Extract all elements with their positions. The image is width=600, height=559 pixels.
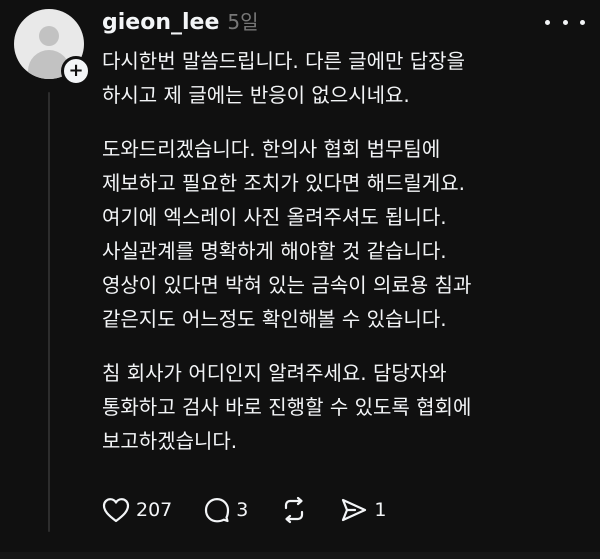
post-line: 보고하겠습니다. — [102, 429, 238, 453]
reply-button[interactable]: 3 — [204, 497, 248, 523]
post-paragraph: 다시한번 말씀드립니다. 다른 글에만 답장을 하시고 제 글에는 반응이 없으… — [102, 44, 572, 112]
next-post-edge — [0, 552, 600, 559]
repost-button[interactable] — [280, 496, 308, 524]
post-line: 통화하고 검사 바로 진행할 수 있도록 협회에 — [102, 395, 472, 419]
more-dot — [545, 19, 550, 25]
thread-line — [48, 92, 50, 532]
post-body: 다시한번 말씀드립니다. 다른 글에만 답장을 하시고 제 글에는 반응이 없으… — [102, 44, 572, 478]
post-line: 여기에 엑스레이 사진 올려주셔도 됩니다. — [102, 205, 447, 229]
post-line: 침 회사가 어디인지 알려주세요. 담당자와 — [102, 361, 447, 385]
post-line: 제보하고 필요한 조치가 있다면 해드릴게요. — [102, 171, 465, 195]
like-count: 207 — [136, 499, 173, 521]
post-line: 다시한번 말씀드립니다. 다른 글에만 답장을 — [102, 49, 465, 73]
comment-icon — [205, 498, 230, 523]
share-button[interactable]: 1 — [340, 497, 386, 523]
timestamp[interactable]: 5일 — [227, 6, 258, 35]
avatar-head — [39, 26, 59, 46]
follow-plus-icon[interactable]: + — [61, 56, 91, 86]
post-header: gieon_lee 5일 — [102, 6, 259, 36]
more-dot — [580, 19, 585, 25]
username[interactable]: gieon_lee — [102, 10, 219, 35]
post-line: 같은지도 어느정도 확인해볼 수 있습니다. — [102, 307, 447, 331]
post-paragraph: 도와드리겠습니다. 한의사 협회 법무팀에 제보하고 필요한 조치가 있다면 해… — [102, 132, 572, 336]
post-line: 영상이 있다면 박혀 있는 금속이 의료용 침과 — [102, 273, 472, 297]
post-paragraph: 침 회사가 어디인지 알려주세요. 담당자와 통화하고 검사 바로 진행할 수 … — [102, 356, 572, 458]
heart-icon — [102, 498, 130, 523]
post-line: 도와드리겠습니다. 한의사 협회 법무팀에 — [102, 137, 441, 161]
more-options-icon[interactable] — [545, 12, 585, 32]
more-dot — [562, 19, 568, 25]
avatar[interactable]: + — [14, 9, 91, 86]
reply-count: 3 — [236, 499, 249, 521]
post-line: 사실관계를 명확하게 해야할 것 같습니다. — [102, 239, 447, 263]
share-count: 1 — [374, 499, 387, 521]
post-line: 하시고 제 글에는 반응이 없으시네요. — [102, 83, 410, 107]
send-icon — [342, 498, 367, 522]
like-button[interactable]: 207 — [102, 497, 172, 523]
action-bar: 207 3 1 — [102, 492, 418, 528]
repost-icon — [285, 496, 304, 524]
